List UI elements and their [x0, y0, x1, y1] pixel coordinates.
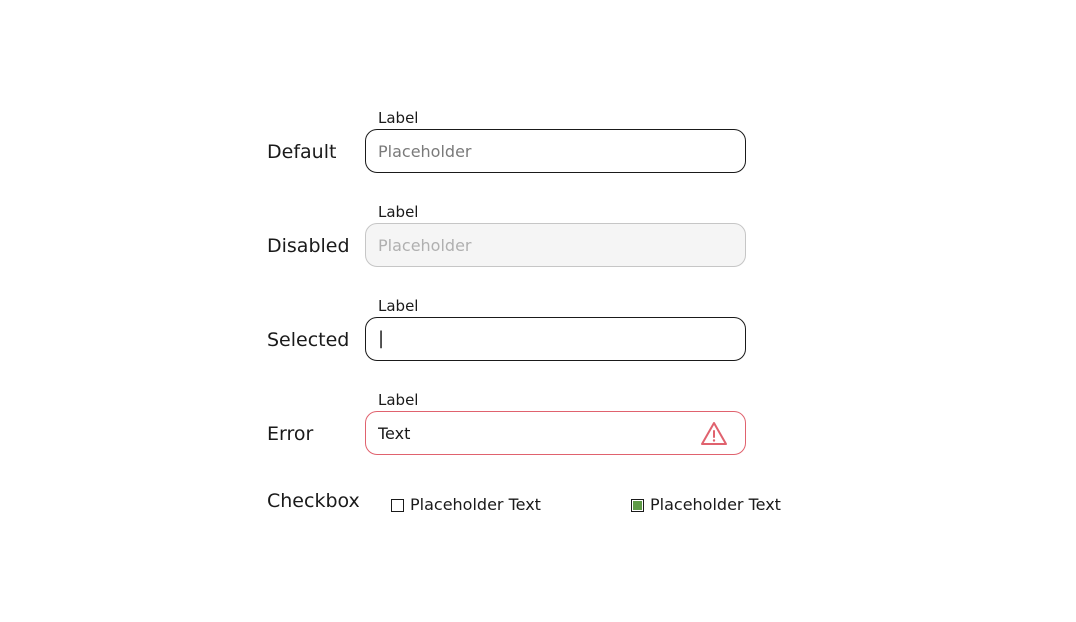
field-label-error: Label: [378, 391, 419, 409]
field-label-disabled: Label: [378, 203, 419, 221]
warning-triangle-icon: [701, 422, 727, 445]
text-input-disabled: [378, 224, 733, 266]
row-label-checkbox: Checkbox: [267, 490, 360, 512]
field-label-default: Label: [378, 109, 419, 127]
checkbox-checked[interactable]: Placeholder Text: [631, 494, 781, 516]
row-label-error: Error: [267, 423, 314, 445]
checkbox-unchecked[interactable]: Placeholder Text: [391, 494, 541, 516]
checkbox-box-unchecked[interactable]: [391, 498, 404, 512]
text-caret: |: [378, 328, 385, 349]
checkbox-label: Placeholder Text: [650, 495, 781, 514]
field-label-selected: Label: [378, 297, 419, 315]
text-input-default[interactable]: [378, 130, 733, 172]
text-field-disabled: [365, 223, 746, 267]
text-input-error[interactable]: [378, 412, 697, 454]
checkbox-label: Placeholder Text: [410, 495, 541, 514]
checkbox-box-checked[interactable]: [631, 498, 644, 512]
text-field-selected[interactable]: |: [365, 317, 746, 361]
row-label-selected: Selected: [267, 329, 350, 351]
text-field-default[interactable]: [365, 129, 746, 173]
row-label-disabled: Disabled: [267, 235, 350, 257]
text-field-error[interactable]: [365, 411, 746, 455]
row-label-default: Default: [267, 141, 337, 163]
